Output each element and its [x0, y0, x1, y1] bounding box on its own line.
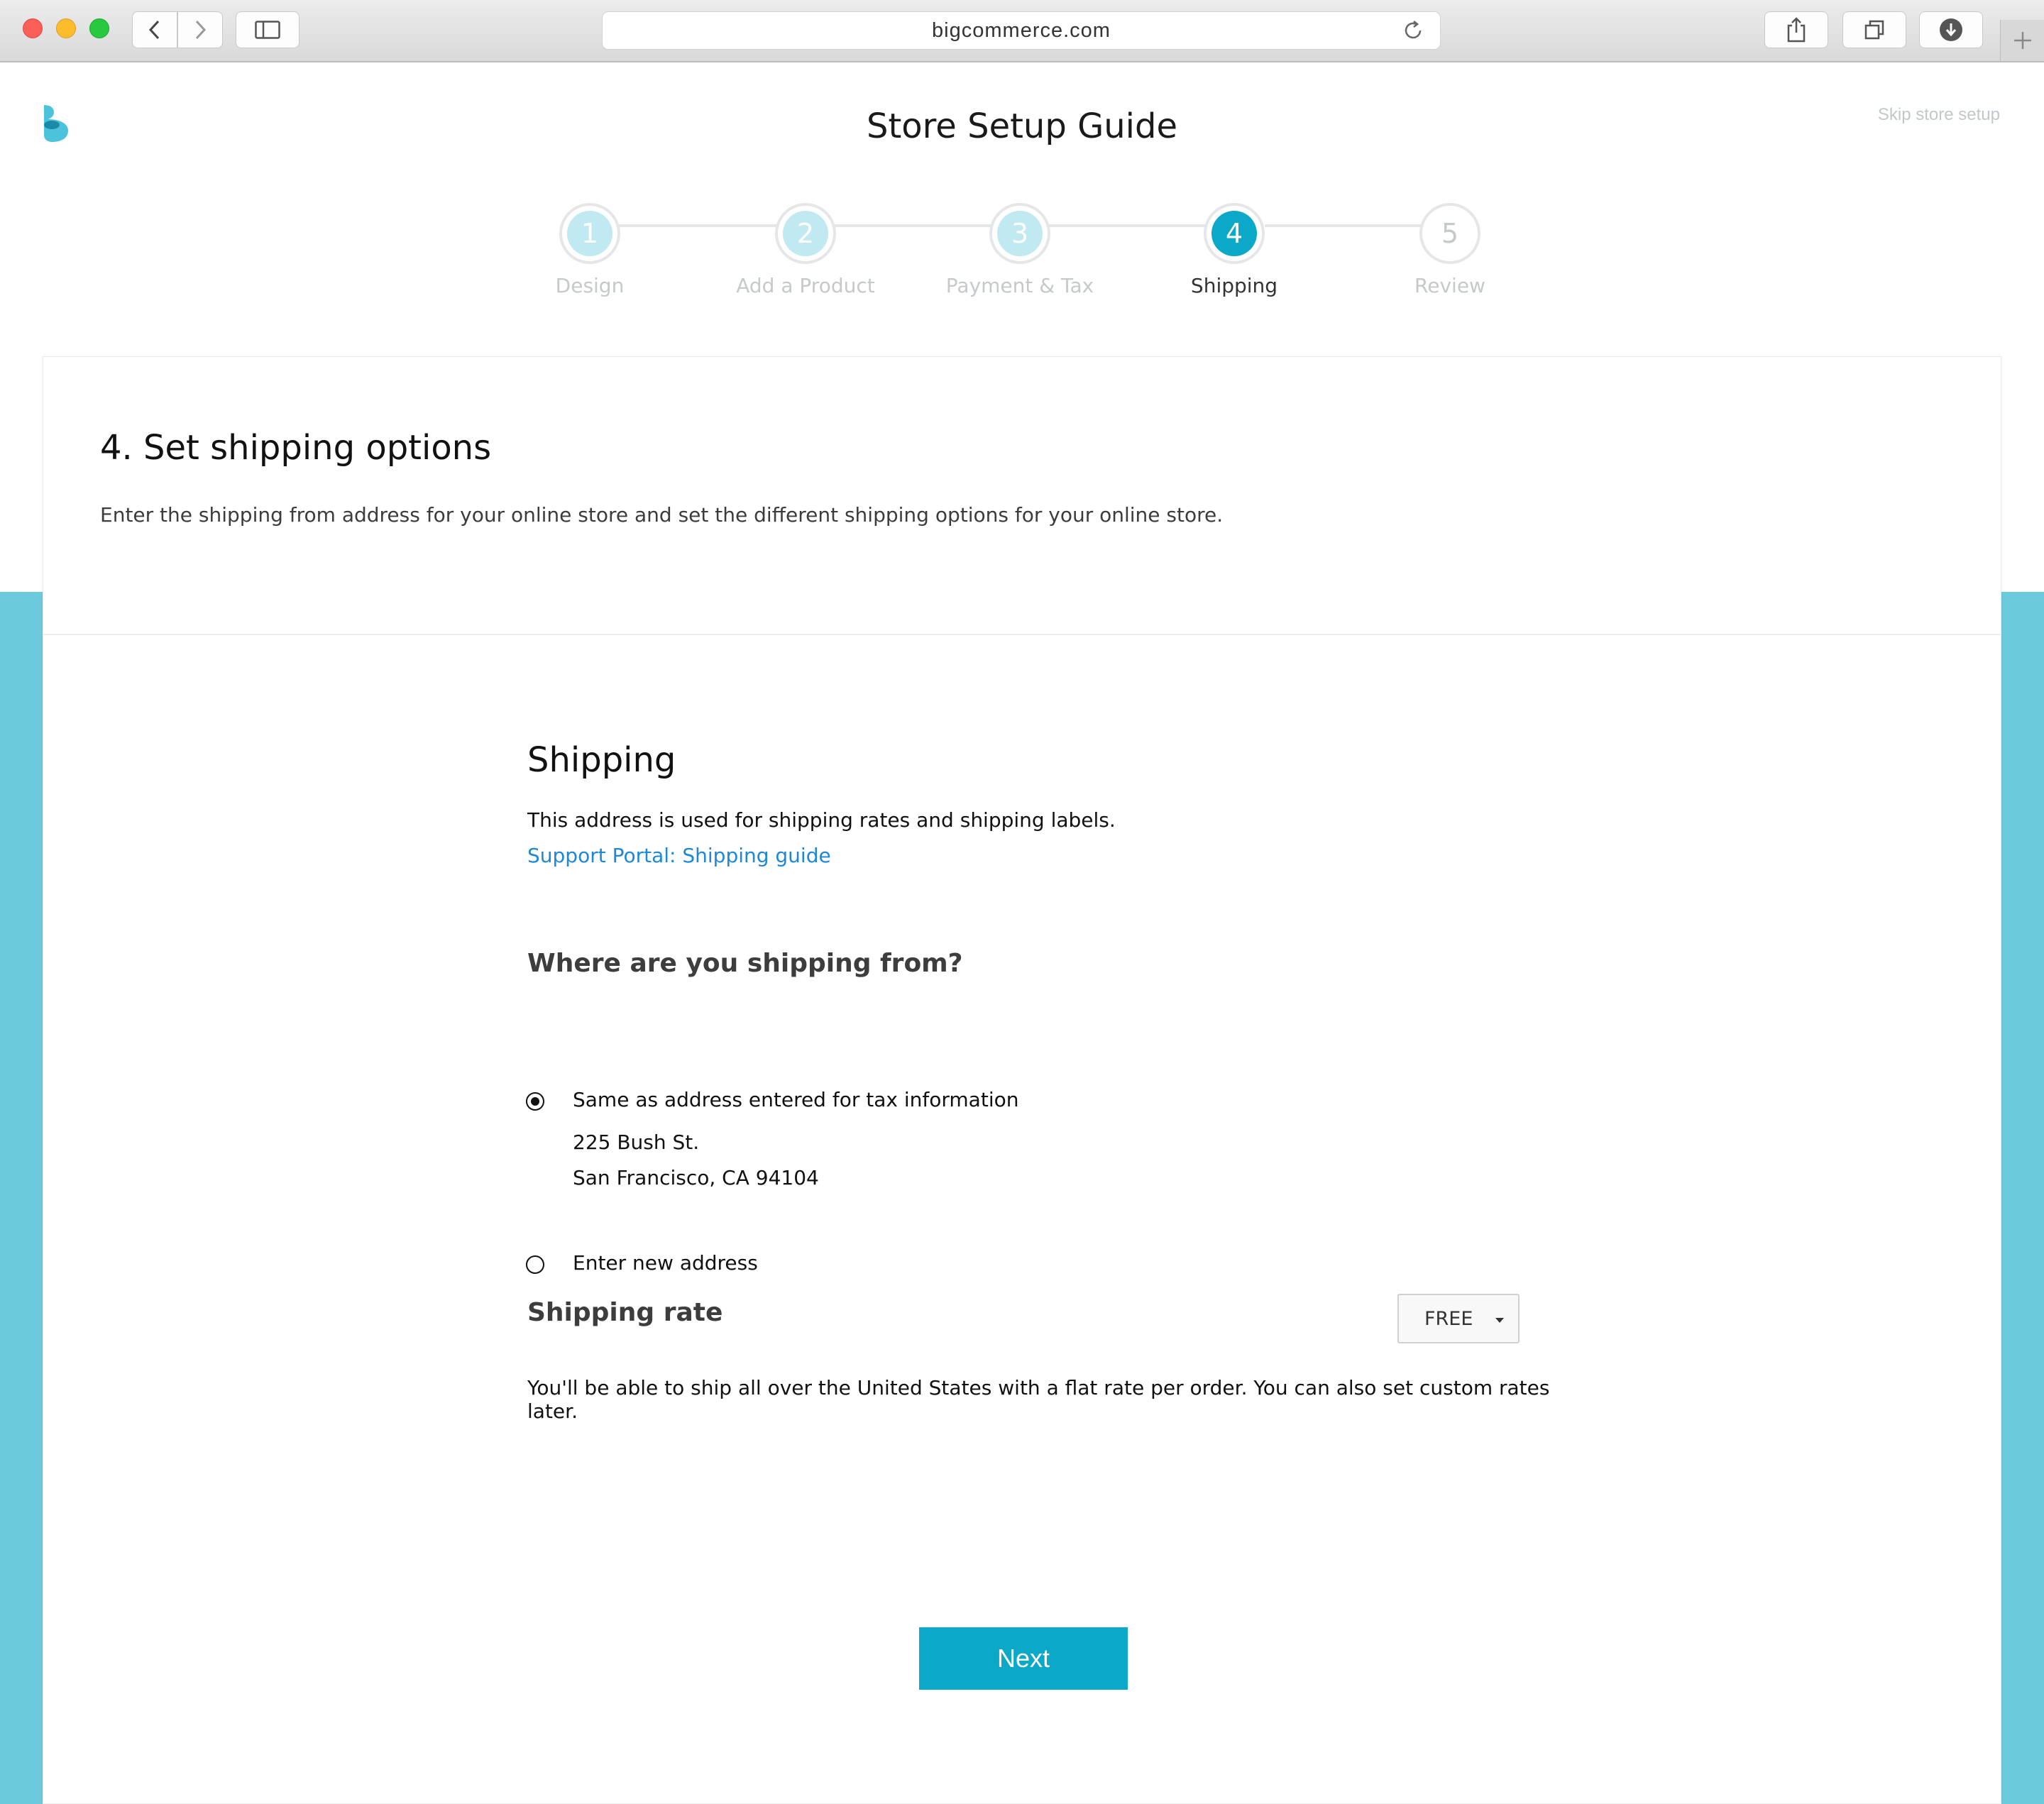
step-label-review[interactable]: Review — [1344, 274, 1556, 297]
step-label-shipping[interactable]: Shipping — [1128, 274, 1341, 297]
step-1-design[interactable]: 1 — [559, 203, 620, 264]
step-label-payment-tax[interactable]: Payment & Tax — [913, 274, 1126, 297]
chevron-right-icon — [195, 20, 207, 40]
page-title: Store Setup Guide — [866, 106, 1178, 146]
setup-card: 4. Set shipping options Enter the shippi… — [43, 356, 2001, 1804]
address-bar[interactable]: bigcommerce.com — [602, 11, 1441, 50]
forward-button[interactable] — [177, 11, 223, 48]
step-2-add-product[interactable]: 2 — [775, 203, 836, 264]
step-number: 5 — [1427, 211, 1473, 256]
back-button[interactable] — [132, 11, 177, 48]
chevron-left-icon — [148, 20, 160, 40]
step-number: 1 — [567, 211, 612, 256]
close-window-button[interactable] — [23, 18, 43, 38]
step-number: 4 — [1211, 211, 1257, 256]
plus-icon — [2013, 32, 2031, 49]
card-description: Enter the shipping from address for your… — [100, 503, 1224, 527]
address-line-2: San Francisco, CA 94104 — [573, 1166, 819, 1189]
address-line-1: 225 Bush St. — [573, 1131, 700, 1154]
shipping-from-question: Where are you shipping from? — [527, 949, 963, 978]
reload-icon[interactable] — [1402, 19, 1424, 42]
tabs-icon — [1864, 20, 1884, 40]
step-label-design[interactable]: Design — [483, 274, 696, 297]
step-connector — [617, 224, 776, 227]
url-text: bigcommerce.com — [932, 18, 1111, 42]
caret-down-icon — [1495, 1318, 1504, 1323]
minimize-window-button[interactable] — [56, 18, 76, 38]
tabs-overview-button[interactable] — [1842, 11, 1906, 48]
step-number: 3 — [997, 211, 1043, 256]
sidebar-toggle-button[interactable] — [236, 11, 300, 48]
sidebar-icon — [255, 21, 280, 39]
browser-toolbar: bigcommerce.com — [0, 0, 2044, 62]
zoom-window-button[interactable] — [89, 18, 109, 38]
card-title: 4. Set shipping options — [100, 428, 492, 468]
shipping-rate-select[interactable]: FREE — [1397, 1294, 1520, 1343]
radio-new-address[interactable] — [526, 1255, 544, 1274]
option-new-address-label[interactable]: Enter new address — [573, 1251, 758, 1275]
shipping-guide-link[interactable]: Support Portal: Shipping guide — [527, 844, 1564, 867]
download-icon — [1940, 18, 1962, 41]
shipping-rate-description: You'll be able to ship all over the Unit… — [527, 1376, 1550, 1423]
page: Skip store setup Store Setup Guide 1 Des… — [0, 64, 2044, 1804]
shipping-description: This address is used for shipping rates … — [527, 808, 1116, 832]
step-4-shipping[interactable]: 4 — [1204, 203, 1265, 264]
step-connector — [833, 224, 992, 227]
step-number: 2 — [783, 211, 828, 256]
share-icon — [1787, 17, 1806, 43]
share-button[interactable] — [1764, 11, 1828, 48]
card-header: 4. Set shipping options Enter the shippi… — [43, 357, 2001, 635]
shipping-rate-value: FREE — [1424, 1308, 1473, 1330]
step-connector — [1049, 224, 1208, 227]
next-button[interactable]: Next — [919, 1627, 1128, 1690]
step-3-payment-tax[interactable]: 3 — [989, 203, 1050, 264]
downloads-button[interactable] — [1919, 11, 1983, 48]
option-same-address-label[interactable]: Same as address entered for tax informat… — [573, 1088, 1018, 1111]
radio-same-address[interactable] — [526, 1092, 544, 1111]
step-label-add-product[interactable]: Add a Product — [699, 274, 912, 297]
step-5-review[interactable]: 5 — [1419, 203, 1480, 264]
shipping-title: Shipping — [527, 740, 676, 780]
step-connector — [1265, 224, 1424, 227]
new-tab-button[interactable] — [2000, 20, 2044, 61]
